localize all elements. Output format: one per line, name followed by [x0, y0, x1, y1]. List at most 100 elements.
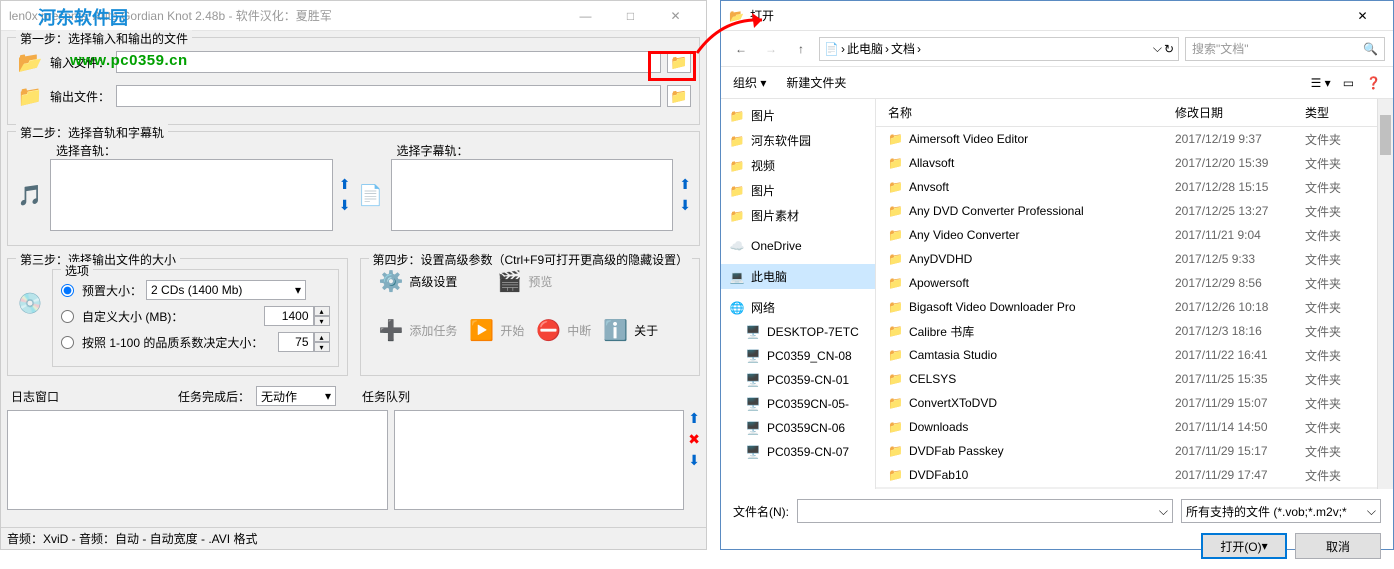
input-file-field[interactable] [116, 51, 661, 73]
preview-pane-button[interactable]: ▭ [1343, 76, 1354, 90]
file-row[interactable]: 📁Allavsoft2017/12/20 15:39文件夹 [876, 151, 1377, 175]
output-file-field[interactable] [116, 85, 661, 107]
step2-label: 第二步：选择音轨和字幕轨 [16, 124, 168, 141]
subtitle-icon: 📄 [357, 181, 385, 209]
folder-icon: 📁 [888, 156, 903, 170]
browse-input-button[interactable]: 📁 [667, 51, 691, 73]
stop-icon: ⛔ [536, 318, 561, 343]
horizontal-scrollbar[interactable] [876, 487, 1377, 489]
tree-item[interactable]: 🖥️PC0359-CN-07 [721, 440, 875, 464]
subtitle-up-button[interactable]: ⬆ [679, 176, 691, 193]
custom-size-spinner[interactable]: ▴▾ [264, 306, 330, 326]
tree-item[interactable]: 📁图片 [721, 178, 875, 203]
file-row[interactable]: 📁ConvertXToDVD2017/11/29 15:07文件夹 [876, 391, 1377, 415]
file-row[interactable]: 📁Anvsoft2017/12/28 15:15文件夹 [876, 175, 1377, 199]
options-label: 选项 [61, 262, 93, 279]
browse-output-button[interactable]: 📁 [667, 85, 691, 107]
column-type[interactable]: 类型 [1305, 104, 1365, 121]
file-row[interactable]: 📁Camtasia Studio2017/11/22 16:41文件夹 [876, 343, 1377, 367]
tree-item[interactable]: 🌐网络 [721, 295, 875, 320]
queue-down-button[interactable]: ⬇ [688, 452, 700, 469]
filename-label: 文件名(N): [733, 503, 789, 520]
film-icon: 🎬 [497, 269, 522, 294]
file-row[interactable]: 📁DVDFab Passkey2017/11/29 15:17文件夹 [876, 439, 1377, 463]
advanced-settings-button[interactable]: ⚙️高级设置 [379, 269, 458, 294]
queue-delete-button[interactable]: ✖ [688, 431, 700, 448]
tree-item[interactable]: ☁️OneDrive [721, 234, 875, 258]
nav-forward-button[interactable]: → [759, 37, 783, 61]
folder-icon: 📁 [888, 276, 903, 290]
view-button[interactable]: ☰ ▾ [1311, 76, 1331, 90]
file-row[interactable]: 📁Aimersoft Video Editor2017/12/19 9:37文件… [876, 127, 1377, 151]
file-row[interactable]: 📁Any DVD Converter Professional2017/12/2… [876, 199, 1377, 223]
column-date[interactable]: 修改日期 [1175, 104, 1305, 121]
log-listbox[interactable] [7, 410, 388, 510]
folder-tree[interactable]: 📁图片📁河东软件园📁视频📁图片📁图片素材☁️OneDrive💻此电脑🌐网络🖥️D… [721, 99, 876, 489]
help-button[interactable]: ❓ [1366, 76, 1381, 90]
subtitle-down-button[interactable]: ⬇ [679, 197, 691, 214]
tree-item[interactable]: 📁视频 [721, 153, 875, 178]
vertical-scrollbar[interactable] [1377, 99, 1393, 489]
tree-item[interactable]: 📁图片素材 [721, 203, 875, 228]
quality-spinner[interactable]: ▴▾ [278, 332, 330, 352]
file-row[interactable]: 📁Downloads2017/11/14 14:50文件夹 [876, 415, 1377, 439]
filter-combo[interactable]: 所有支持的文件 (*.vob;*.m2v;*⌵ [1181, 499, 1381, 523]
tree-item[interactable]: 🖥️PC0359CN-05- [721, 392, 875, 416]
new-folder-button[interactable]: 新建文件夹 [786, 74, 846, 91]
tree-item[interactable]: 🖥️DESKTOP-7ETC [721, 320, 875, 344]
file-row[interactable]: 📁Apowersoft2017/12/29 8:56文件夹 [876, 271, 1377, 295]
audio-up-button[interactable]: ⬆ [339, 176, 351, 193]
filename-combo[interactable]: ⌵ [797, 499, 1173, 523]
breadcrumb[interactable]: 📄 › 此电脑 › 文档 › ⌵ ↻ [819, 37, 1179, 61]
tree-item[interactable]: 🖥️PC0359CN-06 [721, 416, 875, 440]
file-list[interactable]: 名称 修改日期 类型 📁Aimersoft Video Editor2017/1… [876, 99, 1377, 489]
folder-icon: 📁 [888, 468, 903, 482]
file-row[interactable]: 📁Bigasoft Video Downloader Pro2017/12/26… [876, 295, 1377, 319]
dialog-close-button[interactable]: ✕ [1340, 2, 1385, 30]
file-row[interactable]: 📁Calibre 书库2017/12/3 18:16文件夹 [876, 319, 1377, 343]
cancel-button[interactable]: 取消 [1295, 533, 1381, 559]
search-icon: 🔍 [1363, 42, 1378, 56]
queue-up-button[interactable]: ⬆ [688, 410, 700, 427]
file-row[interactable]: 📁DVDFab102017/11/29 17:47文件夹 [876, 463, 1377, 487]
folder-icon: 📁 [888, 444, 903, 458]
tree-item[interactable]: 📁图片 [721, 103, 875, 128]
step4-group: 第四步：设置高级参数（Ctrl+F9可打开更高级的隐藏设置） ⚙️高级设置 🎬预… [360, 258, 701, 376]
minimize-button[interactable]: — [563, 2, 608, 30]
about-button[interactable]: ℹ️关于 [603, 318, 658, 343]
column-name[interactable]: 名称 [888, 104, 1175, 121]
tree-item[interactable]: 🖥️PC0359-CN-01 [721, 368, 875, 392]
nav-up-button[interactable]: ↑ [789, 37, 813, 61]
tree-item[interactable]: 📁河东软件园 [721, 128, 875, 153]
nav-back-button[interactable]: ← [729, 37, 753, 61]
audio-listbox[interactable] [50, 159, 333, 231]
audio-down-button[interactable]: ⬇ [339, 197, 351, 214]
task-done-select[interactable]: 无动作▾ [256, 386, 336, 406]
preview-button[interactable]: 🎬预览 [497, 269, 552, 294]
custom-size-radio[interactable] [61, 310, 74, 323]
step1-group: 第一步：选择输入和输出的文件 📂 输入文件： 📁 📁 输出文件： 📁 [7, 37, 700, 125]
abort-button[interactable]: ⛔中断 [536, 318, 591, 343]
maximize-button[interactable]: □ [608, 2, 653, 30]
refresh-button[interactable]: ↻ [1164, 42, 1174, 56]
open-button[interactable]: 打开(O) ▾ [1201, 533, 1287, 559]
file-row[interactable]: 📁AnyDVDHD2017/12/5 9:33文件夹 [876, 247, 1377, 271]
dialog-titlebar: 📂 打开 ✕ [721, 1, 1393, 31]
file-row[interactable]: 📁Any Video Converter2017/11/21 9:04文件夹 [876, 223, 1377, 247]
file-row[interactable]: 📁CELSYS2017/11/25 15:35文件夹 [876, 367, 1377, 391]
organize-button[interactable]: 组织 ▾ [733, 74, 766, 91]
quality-radio[interactable] [61, 336, 74, 349]
audio-track-label: 选择音轨： [56, 144, 116, 158]
step3-label: 第三步：选择输出文件的大小 [16, 251, 180, 268]
preset-size-select[interactable]: 2 CDs (1400 Mb)▾ [146, 280, 306, 300]
add-task-button[interactable]: ➕添加任务 [379, 318, 458, 343]
tree-item[interactable]: 💻此电脑 [721, 264, 875, 289]
start-button[interactable]: ▶️开始 [469, 318, 524, 343]
breadcrumb-dropdown-icon[interactable]: ⌵ [1153, 41, 1162, 56]
tree-item[interactable]: 🖥️PC0359_CN-08 [721, 344, 875, 368]
subtitle-listbox[interactable] [391, 159, 674, 231]
search-input[interactable]: 搜索"文档" 🔍 [1185, 37, 1385, 61]
queue-listbox[interactable] [394, 410, 684, 510]
preset-size-radio[interactable] [61, 284, 74, 297]
close-button[interactable]: ✕ [653, 2, 698, 30]
